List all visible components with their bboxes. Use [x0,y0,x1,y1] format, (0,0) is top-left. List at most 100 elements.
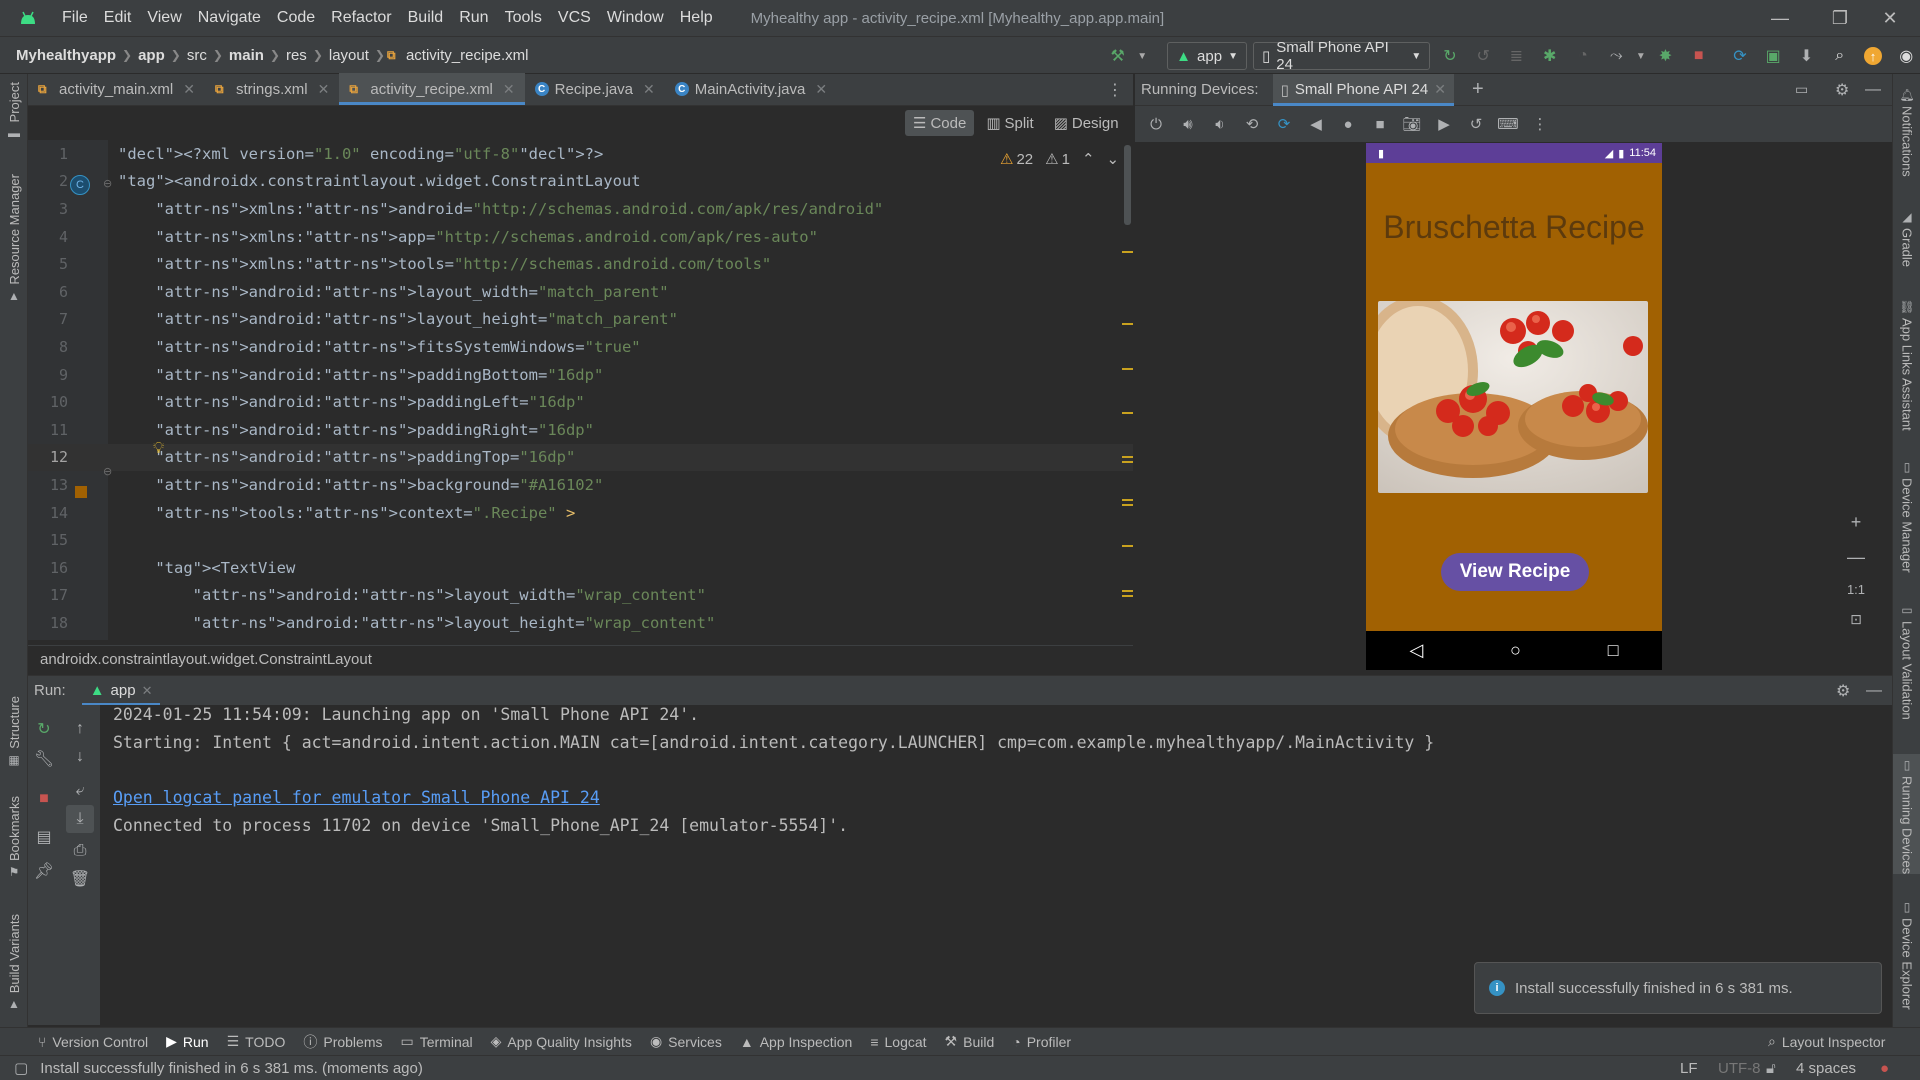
tool-services[interactable]: ◉ Services [650,1033,722,1050]
chevron-down-icon[interactable]: ▼ [1137,51,1147,62]
close-window-button[interactable]: ✕ [1860,0,1920,36]
code-line[interactable]: 3 "attr-ns">xmlns:"attr-ns">android="htt… [28,195,1133,223]
attach-debugger-icon[interactable]: ✸ [1652,42,1679,70]
code-line[interactable]: 12 "attr-ns">android:"attr-ns">paddingTo… [28,443,1133,472]
tab-recipe-java[interactable]: C Recipe.java ✕ [525,73,665,105]
crumb-src[interactable]: src [183,47,211,64]
code-line[interactable]: 18 "attr-ns">android:"attr-ns">layout_he… [28,609,1133,637]
stop-icon[interactable]: ■ [30,785,58,813]
close-tab-icon[interactable]: ✕ [183,81,195,98]
volume-up-icon[interactable]: 🔊︎ [1175,111,1201,137]
screenshot-icon[interactable]: 📷︎ [1399,111,1425,137]
crumb-module[interactable]: app [134,47,169,64]
code-line[interactable]: 6 "attr-ns">android:"attr-ns">layout_wid… [28,278,1133,306]
device-select[interactable]: ▯ Small Phone API 24 ▼ [1252,39,1431,73]
previous-highlight-icon[interactable]: ⌃ [1082,150,1095,168]
menu-view[interactable]: View [139,0,189,36]
tool-version-control[interactable]: ⑂ Version Control [38,1034,148,1050]
code-line[interactable]: 14 "attr-ns">tools:"attr-ns">context=".R… [28,499,1133,527]
menu-tools[interactable]: Tools [497,0,550,36]
trash-icon[interactable]: 🗑︎ [66,865,94,893]
home-nav-icon[interactable]: ○ [1510,640,1521,661]
close-tab-icon[interactable]: ✕ [643,81,655,98]
rerun-icon[interactable]: ↻ [30,715,58,743]
crumb-file[interactable]: activity_recipe.xml [402,47,533,64]
menu-refactor[interactable]: Refactor [323,0,399,36]
tool-build[interactable]: ⚒ Build [945,1033,995,1050]
code-line[interactable]: 7 "attr-ns">android:"attr-ns">layout_hei… [28,306,1133,334]
run-tab-app[interactable]: ▲ app ✕ [81,676,161,706]
tab-main-activity-java[interactable]: C MainActivity.java ✕ [665,73,837,105]
running-devices-tab[interactable]: ▯ Running Devices [1893,754,1920,875]
minimize-button[interactable]: — [1750,0,1810,36]
emulator-screen[interactable]: ▮ ◢ ▮ 11:54 Bruschetta Recipe View Recip… [1366,143,1662,670]
volume-down-icon[interactable]: 🔉︎ [1207,111,1233,137]
close-tab-icon[interactable]: ✕ [142,683,153,699]
coverage-icon[interactable]: ⤳ [1603,42,1630,70]
file-encoding[interactable]: UTF-8 [1718,1060,1761,1077]
updates-icon[interactable]: ↑ [1859,42,1886,70]
back-icon[interactable]: ◀ [1303,111,1329,137]
tool-app-quality-insights[interactable]: ◈ App Quality Insights [491,1033,632,1050]
tool-terminal[interactable]: ▭ Terminal [401,1033,473,1050]
gradle-tab[interactable]: ◢ Gradle [1893,206,1920,267]
window-layout-icon[interactable]: ▭ [1795,81,1808,98]
close-tab-icon[interactable]: ✕ [318,81,330,98]
warning-mark[interactable] [1122,590,1133,592]
view-recipe-button[interactable]: View Recipe [1441,553,1589,591]
tool-todo[interactable]: ☰ TODO [227,1033,286,1050]
tool-problems[interactable]: ⓘ Problems [303,1032,382,1052]
crumb-layout[interactable]: layout [325,47,373,64]
code-line[interactable]: 8 "attr-ns">android:"attr-ns">fitsSystem… [28,333,1133,361]
scroll-up-icon[interactable]: ↑ [66,715,94,743]
apply-changes-icon[interactable]: ↺ [1470,42,1497,70]
code-line[interactable]: 13 "attr-ns">android:"attr-ns">backgroun… [28,471,1133,499]
warning-mark[interactable] [1122,412,1133,414]
scroll-down-icon[interactable]: ↓ [66,743,94,771]
menu-build[interactable]: Build [400,0,452,36]
menu-navigate[interactable]: Navigate [190,0,269,36]
app-links-tab[interactable]: ⛓ App Links Assistant [1893,296,1920,431]
weak-warnings-count[interactable]: ⚠ 1 [1045,150,1070,169]
class-gutter-icon[interactable]: C [70,175,90,195]
error-stripe[interactable] [1122,140,1133,640]
warning-mark[interactable] [1122,461,1133,463]
bookmarks-tab[interactable]: Bookmarks ⚑ [0,796,28,883]
debug-icon[interactable]: ✱ [1536,42,1563,70]
gear-icon[interactable]: ⚙ [1835,80,1849,100]
crumb-project[interactable]: Myhealthyapp [12,47,120,64]
tool-logcat[interactable]: ≡ Logcat [870,1034,926,1050]
code-line[interactable]: 17 "attr-ns">android:"attr-ns">layout_wi… [28,582,1133,610]
code-line[interactable]: 9 "attr-ns">android:"attr-ns">paddingBot… [28,361,1133,389]
readonly-lock-icon[interactable]: 🔓︎ [1766,1060,1776,1077]
warnings-count[interactable]: ⚠ 22 [1000,150,1033,169]
tab-activity-recipe[interactable]: ⧉ activity_recipe.xml ✕ [339,73,525,105]
layout-validation-tab[interactable]: ▭ Layout Validation [1893,599,1920,720]
code-line[interactable]: 15 [28,526,1133,554]
warning-mark[interactable] [1122,499,1133,501]
fit-screen-icon[interactable]: ⊡ [1850,611,1862,628]
actual-size-button[interactable]: 1:1 [1847,582,1865,597]
code-line[interactable]: 11 "attr-ns">android:"attr-ns">paddingRi… [28,416,1133,444]
notifications-tab[interactable]: 🔔︎ Notifications [1893,84,1920,177]
tool-app-inspection[interactable]: ▲ App Inspection [740,1034,852,1050]
design-mode-button[interactable]: ▨ Design [1046,110,1127,136]
print-icon[interactable]: ⎙ [66,837,94,865]
more-tabs-icon[interactable]: ⋮ [1107,80,1123,100]
power-icon[interactable]: ⏻ [1143,111,1169,137]
menu-window[interactable]: Window [599,0,672,36]
apply-code-changes-icon[interactable]: ≣ [1503,42,1530,70]
tool-run[interactable]: ▶ Run [166,1033,208,1050]
hide-panel-icon[interactable]: — [1865,81,1881,99]
rerun-icon[interactable]: ↻ [1436,42,1463,70]
warning-mark[interactable] [1122,504,1133,506]
add-device-icon[interactable]: + [1472,78,1484,101]
menu-code[interactable]: Code [269,0,323,36]
close-tab-icon[interactable]: ✕ [1434,81,1446,98]
tool-layout-inspector[interactable]: ⌕ Layout Inspector [1768,1033,1885,1050]
status-message[interactable]: Install successfully finished in 6 s 381… [40,1060,423,1077]
hide-panel-icon[interactable]: — [1866,682,1882,700]
menu-file[interactable]: File [54,0,96,36]
event-log-icon[interactable]: ● [1880,1060,1889,1077]
lightbulb-icon[interactable]: 💡︎ [153,440,164,458]
